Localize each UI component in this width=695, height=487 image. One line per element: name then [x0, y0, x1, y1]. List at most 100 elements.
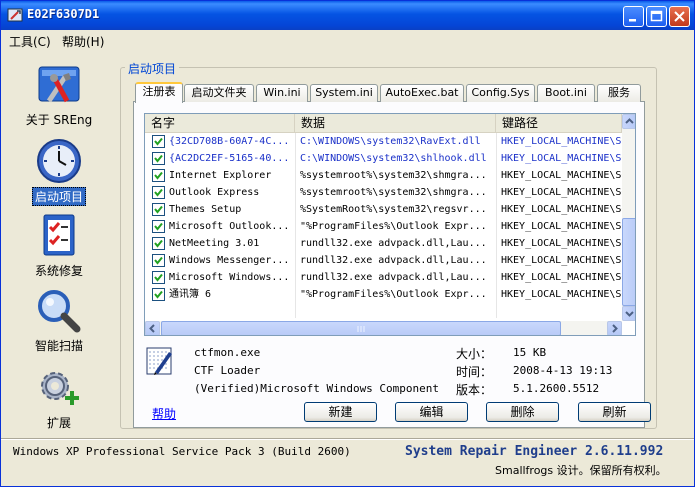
table-row[interactable]: NetMeeting 3.01 rundll32.exe advpack.dll…: [145, 235, 626, 252]
tab-autoexec-bat[interactable]: AutoExec.bat: [380, 84, 464, 102]
cell-data: %systemroot%\system32\shmgra...: [300, 170, 487, 181]
cell-name: Microsoft Outlook...: [169, 221, 290, 232]
title-bar[interactable]: E02F6307D1: [1, 1, 694, 30]
help-link[interactable]: 帮助: [152, 405, 176, 422]
checkmark-icon: [154, 222, 163, 231]
checklist-icon: [43, 214, 75, 256]
table-row[interactable]: Internet Explorer %systemroot%\system32\…: [145, 167, 626, 184]
magnifier-icon: [38, 290, 81, 333]
time-value: 2008-4-13 19:13: [513, 364, 613, 377]
cell-name: Themes Setup: [169, 204, 242, 215]
nav-startup-label: 启动项目: [31, 187, 86, 206]
table-row[interactable]: Windows Messenger... rundll32.exe advpac…: [145, 252, 626, 269]
row-checkbox[interactable]: [152, 288, 165, 301]
file-icon: [146, 347, 172, 375]
cell-path: HKEY_LOCAL_MACHINE\SOF: [501, 221, 626, 232]
table-row[interactable]: 通讯簿 6 "%ProgramFiles%\Outlook Expr... HK…: [145, 286, 626, 303]
checkmark-icon: [154, 290, 163, 299]
groupbox-title: 启动项目: [125, 60, 180, 77]
cell-data: C:\WINDOWS\system32\RavExt.dll: [300, 136, 481, 147]
product-name: System Repair Engineer 2.6.11.992: [405, 444, 664, 459]
row-checkbox[interactable]: [152, 169, 165, 182]
detail-filename: ctfmon.exe: [194, 346, 261, 359]
horizontal-scroll-thumb[interactable]: [161, 321, 561, 335]
scroll-down-button[interactable]: [622, 306, 635, 321]
checkmark-icon: [154, 273, 163, 282]
nav-system-repair[interactable]: 系统修复: [7, 212, 111, 279]
menu-help[interactable]: 帮助(H): [62, 33, 104, 50]
table-row[interactable]: Outlook Express %systemroot%\system32\sh…: [145, 184, 626, 201]
checkmark-icon: [154, 205, 163, 214]
cell-data: rundll32.exe advpack.dll,Lau...: [300, 255, 487, 266]
delete-button[interactable]: 删除: [486, 402, 559, 422]
nav-smart-scan[interactable]: 智能扫描: [7, 287, 111, 354]
cell-path: HKEY_LOCAL_MACHINE\SOF: [501, 187, 626, 198]
cell-name: NetMeeting 3.01: [169, 238, 260, 249]
minimize-icon: [629, 19, 636, 22]
table-row[interactable]: Microsoft Outlook... "%ProgramFiles%\Out…: [145, 218, 626, 235]
close-button[interactable]: [669, 6, 690, 27]
nav-extend[interactable]: 扩展: [7, 364, 111, 431]
column-header-name[interactable]: 名字: [145, 114, 295, 132]
refresh-button[interactable]: 刷新: [578, 402, 651, 422]
vertical-scroll-thumb[interactable]: [622, 218, 635, 306]
row-checkbox[interactable]: [152, 135, 165, 148]
tab-win-ini[interactable]: Win.ini: [256, 84, 308, 102]
tab-registry[interactable]: 注册表: [135, 82, 183, 103]
list-header: 名字 数据 键路径: [145, 114, 635, 133]
gear-plus-icon: [41, 372, 79, 405]
size-label: 大小：: [456, 347, 493, 361]
vertical-scrollbar[interactable]: [622, 114, 635, 321]
copyright-text: Smallfrogs 设计。保留所有权利。: [495, 464, 667, 477]
column-header-data[interactable]: 数据: [295, 114, 496, 132]
cell-data: %SystemRoot%\system32\regsvr...: [300, 204, 487, 215]
row-checkbox[interactable]: [152, 237, 165, 250]
checkmark-icon: [154, 256, 163, 265]
checkmark-icon: [154, 154, 163, 163]
time-label: 时间：: [456, 365, 493, 379]
row-checkbox[interactable]: [152, 254, 165, 267]
horizontal-scrollbar[interactable]: [145, 321, 622, 335]
edit-button[interactable]: 编辑: [395, 402, 468, 422]
startup-listview[interactable]: 名字 数据 键路径 {32CD708B-60A7-4C... C:\WINDOW…: [144, 113, 636, 336]
maximize-icon: [650, 10, 663, 22]
detail-company: (Verified)Microsoft Windows Component: [194, 382, 440, 395]
table-row[interactable]: {AC2DC2EF-5165-40... C:\WINDOWS\system32…: [145, 150, 626, 167]
cell-name: Microsoft Windows...: [169, 272, 290, 283]
window-title: E02F6307D1: [27, 7, 100, 21]
tab-startup-folder[interactable]: 启动文件夹: [184, 84, 254, 102]
cell-name: {32CD708B-60A7-4C...: [169, 136, 290, 147]
menu-bar: 工具(C) 帮助(H): [1, 30, 694, 50]
table-row[interactable]: {32CD708B-60A7-4C... C:\WINDOWS\system32…: [145, 133, 626, 150]
arrow-down-icon: [625, 311, 634, 317]
os-version-text: Windows XP Professional Service Pack 3 (…: [13, 445, 351, 458]
scroll-left-button[interactable]: [145, 321, 160, 335]
table-row[interactable]: Themes Setup %SystemRoot%\system32\regsv…: [145, 201, 626, 218]
table-row[interactable]: Microsoft Windows... rundll32.exe advpac…: [145, 269, 626, 286]
nav-smart-scan-label: 智能扫描: [34, 339, 83, 353]
cell-data: "%ProgramFiles%\Outlook Expr...: [300, 221, 487, 232]
nav-about[interactable]: 关于 SREng: [7, 61, 111, 128]
cell-name: Windows Messenger...: [169, 255, 290, 266]
main-window: E02F6307D1 工具(C) 帮助(H) 关于 SREng 启动项目 系统修…: [0, 0, 695, 487]
row-checkbox[interactable]: [152, 271, 165, 284]
column-header-path[interactable]: 键路径: [496, 114, 622, 132]
size-value: 15 KB: [513, 346, 547, 359]
close-icon: [674, 11, 685, 22]
maximize-button[interactable]: [646, 6, 667, 27]
row-checkbox[interactable]: [152, 186, 165, 199]
row-checkbox[interactable]: [152, 220, 165, 233]
scroll-up-button[interactable]: [622, 114, 635, 129]
row-checkbox[interactable]: [152, 203, 165, 216]
nav-system-repair-label: 系统修复: [34, 264, 83, 278]
nav-startup[interactable]: 启动项目: [7, 137, 111, 206]
scroll-right-button[interactable]: [607, 321, 622, 335]
row-checkbox[interactable]: [152, 152, 165, 165]
minimize-button[interactable]: [623, 6, 644, 27]
menu-tools[interactable]: 工具(C): [9, 33, 51, 50]
tab-services[interactable]: 服务: [597, 84, 641, 102]
tab-system-ini[interactable]: System.ini: [310, 84, 378, 102]
tab-boot-ini[interactable]: Boot.ini: [537, 84, 595, 102]
new-button[interactable]: 新建: [304, 402, 377, 422]
tab-config-sys[interactable]: Config.Sys: [466, 84, 535, 102]
